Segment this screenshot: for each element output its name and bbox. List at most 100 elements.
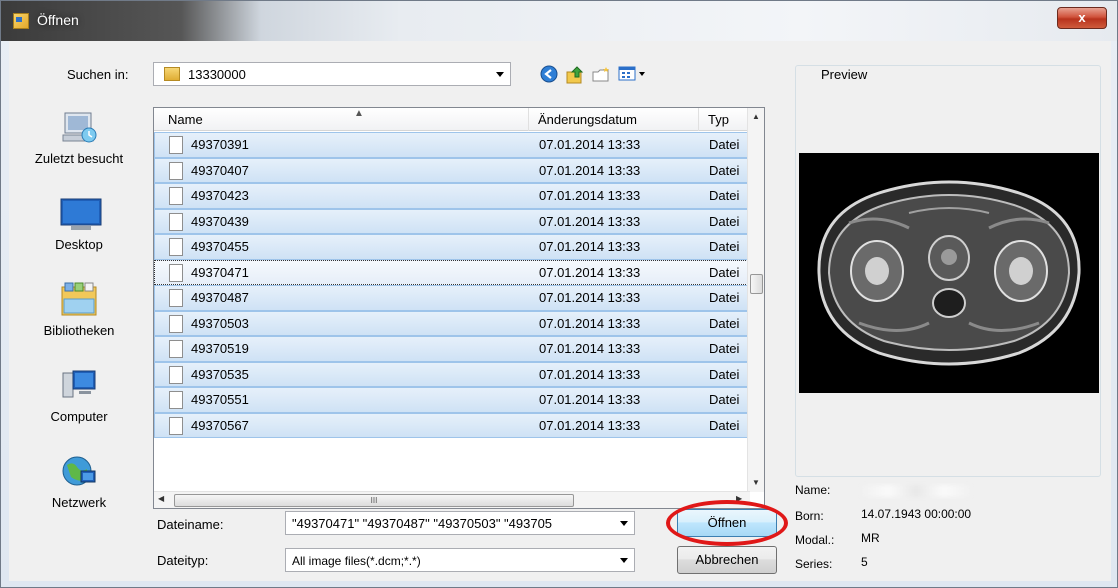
open-dialog: Öffnen x Suchen in: 13330000 Zuletzt bes… (0, 0, 1118, 588)
back-icon[interactable] (539, 65, 559, 85)
file-type: Datei (709, 366, 740, 382)
place-libraries[interactable]: Bibliotheken (9, 281, 149, 338)
filename-label: Dateiname: (157, 517, 224, 532)
table-row[interactable]: 49370423 07.01.2014 13:33 Datei (154, 183, 750, 209)
up-folder-icon[interactable] (565, 65, 585, 85)
view-menu-icon[interactable] (617, 65, 649, 85)
computer-icon (59, 367, 99, 405)
filetype-select[interactable]: All image files(*.dcm;*.*) (285, 548, 635, 572)
place-recent[interactable]: Zuletzt besucht (9, 109, 149, 166)
column-header-date[interactable]: Änderungsdatum (538, 112, 637, 127)
filetype-value: All image files(*.dcm;*.*) (292, 554, 421, 568)
info-name-label: Name: (795, 483, 831, 497)
file-icon (169, 416, 183, 435)
file-type: Datei (709, 239, 740, 254)
file-type: Datei (709, 188, 740, 203)
look-in-combo[interactable]: 13330000 (153, 62, 511, 86)
redacted-name (861, 485, 971, 497)
file-name: 49370455 (191, 239, 249, 254)
file-icon (169, 263, 183, 282)
info-series-value: 5 (861, 555, 868, 569)
title-bar: Öffnen x (1, 1, 1117, 41)
table-row[interactable]: 49370535 07.01.2014 13:33 Datei (154, 361, 750, 387)
table-row[interactable]: 49370391 07.01.2014 13:33 Datei (154, 132, 750, 158)
file-icon (169, 391, 183, 409)
chevron-down-icon (496, 72, 504, 77)
file-date: 07.01.2014 13:33 (539, 315, 641, 331)
file-icon (169, 136, 183, 154)
desktop-icon (59, 195, 102, 233)
file-name: 49370567 (191, 417, 249, 433)
scroll-down-icon[interactable]: ▼ (752, 478, 760, 487)
info-modality-value: MR (861, 531, 880, 545)
close-button[interactable]: x (1057, 7, 1107, 29)
file-name: 49370391 (191, 137, 249, 152)
table-row[interactable]: 49370439 07.01.2014 13:33 Datei (154, 208, 750, 234)
file-name: 49370423 (191, 188, 249, 203)
file-type: Datei (709, 315, 740, 331)
place-label-libraries: Bibliotheken (43, 323, 115, 338)
place-label-network: Netzwerk (51, 495, 107, 510)
file-date: 07.01.2014 13:33 (539, 239, 641, 254)
table-row[interactable]: 49370519 07.01.2014 13:33 Datei (154, 336, 750, 362)
column-header-type[interactable]: Typ (708, 112, 729, 127)
places-bar: Zuletzt besucht Desktop Bibliotheken Com… (9, 101, 149, 521)
place-desktop[interactable]: Desktop (9, 195, 149, 252)
table-row[interactable]: 49370455 07.01.2014 13:33 Datei (154, 234, 750, 260)
window-title: Öffnen (37, 12, 79, 28)
libraries-icon (59, 281, 99, 319)
new-folder-icon[interactable] (591, 65, 611, 85)
scroll-up-icon[interactable]: ▲ (752, 112, 760, 121)
folder-icon (164, 67, 180, 81)
file-icon (169, 340, 183, 358)
look-in-value: 13330000 (188, 67, 246, 82)
file-name: 49370519 (191, 341, 249, 356)
file-name: 49370487 (191, 290, 249, 305)
table-row[interactable]: 49370503 07.01.2014 13:33 Datei (154, 310, 750, 336)
vertical-scroll-thumb[interactable] (750, 274, 763, 294)
info-modality-label: Modal.: (795, 533, 835, 547)
horizontal-scrollbar[interactable]: ◀ III ▶ (154, 491, 750, 508)
file-icon (169, 187, 183, 205)
file-list-header: Name ▲ Änderungsdatum Typ (154, 108, 750, 131)
table-row[interactable]: 49370551 07.01.2014 13:33 Datei (154, 387, 750, 413)
file-type: Datei (709, 341, 740, 356)
file-name: 49370471 (191, 264, 249, 280)
file-date: 07.01.2014 13:33 (539, 188, 641, 203)
place-label-recent: Zuletzt besucht (34, 151, 124, 166)
look-in-label: Suchen in: (67, 67, 129, 82)
column-separator (528, 108, 529, 131)
file-list[interactable]: Name ▲ Änderungsdatum Typ 49370391 07.01.… (153, 107, 765, 509)
chevron-down-icon (620, 558, 628, 563)
file-icon (169, 289, 183, 307)
chevron-down-icon[interactable] (620, 521, 628, 526)
place-computer[interactable]: Computer (9, 367, 149, 424)
column-header-name[interactable]: Name (168, 112, 203, 127)
cancel-button[interactable]: Abbrechen (677, 546, 777, 574)
file-icon (169, 365, 183, 384)
file-date: 07.01.2014 13:33 (539, 417, 641, 433)
file-date: 07.01.2014 13:33 (539, 366, 641, 382)
file-type: Datei (709, 290, 740, 305)
place-network[interactable]: Netzwerk (9, 453, 149, 510)
mri-preview-image (799, 153, 1099, 393)
dialog-body: Suchen in: 13330000 Zuletzt besucht Desk… (9, 41, 1111, 581)
file-name: 49370551 (191, 392, 249, 407)
info-series-label: Series: (795, 557, 833, 571)
filetype-label: Dateityp: (157, 553, 209, 568)
place-label-desktop: Desktop (55, 237, 103, 252)
file-date: 07.01.2014 13:33 (539, 290, 641, 305)
file-rows: 49370391 07.01.2014 13:33 Datei 49370407 07… (154, 132, 750, 438)
file-date: 07.01.2014 13:33 (539, 264, 641, 280)
horizontal-scroll-thumb[interactable]: III (174, 494, 574, 507)
file-date: 07.01.2014 13:33 (539, 341, 641, 356)
table-row[interactable]: 49370567 07.01.2014 13:33 Datei (154, 412, 750, 438)
file-date: 07.01.2014 13:33 (539, 213, 641, 229)
table-row-focused[interactable]: 49370471 07.01.2014 13:33 Datei (154, 259, 750, 285)
vertical-scrollbar[interactable]: ▲ ▼ (747, 108, 764, 492)
recent-places-icon (59, 109, 99, 147)
scroll-left-icon[interactable]: ◀ (158, 494, 164, 503)
filename-input[interactable]: "49370471" "49370487" "49370503" "493705 (285, 511, 635, 535)
table-row[interactable]: 49370487 07.01.2014 13:33 Datei (154, 285, 750, 311)
table-row[interactable]: 49370407 07.01.2014 13:33 Datei (154, 157, 750, 183)
